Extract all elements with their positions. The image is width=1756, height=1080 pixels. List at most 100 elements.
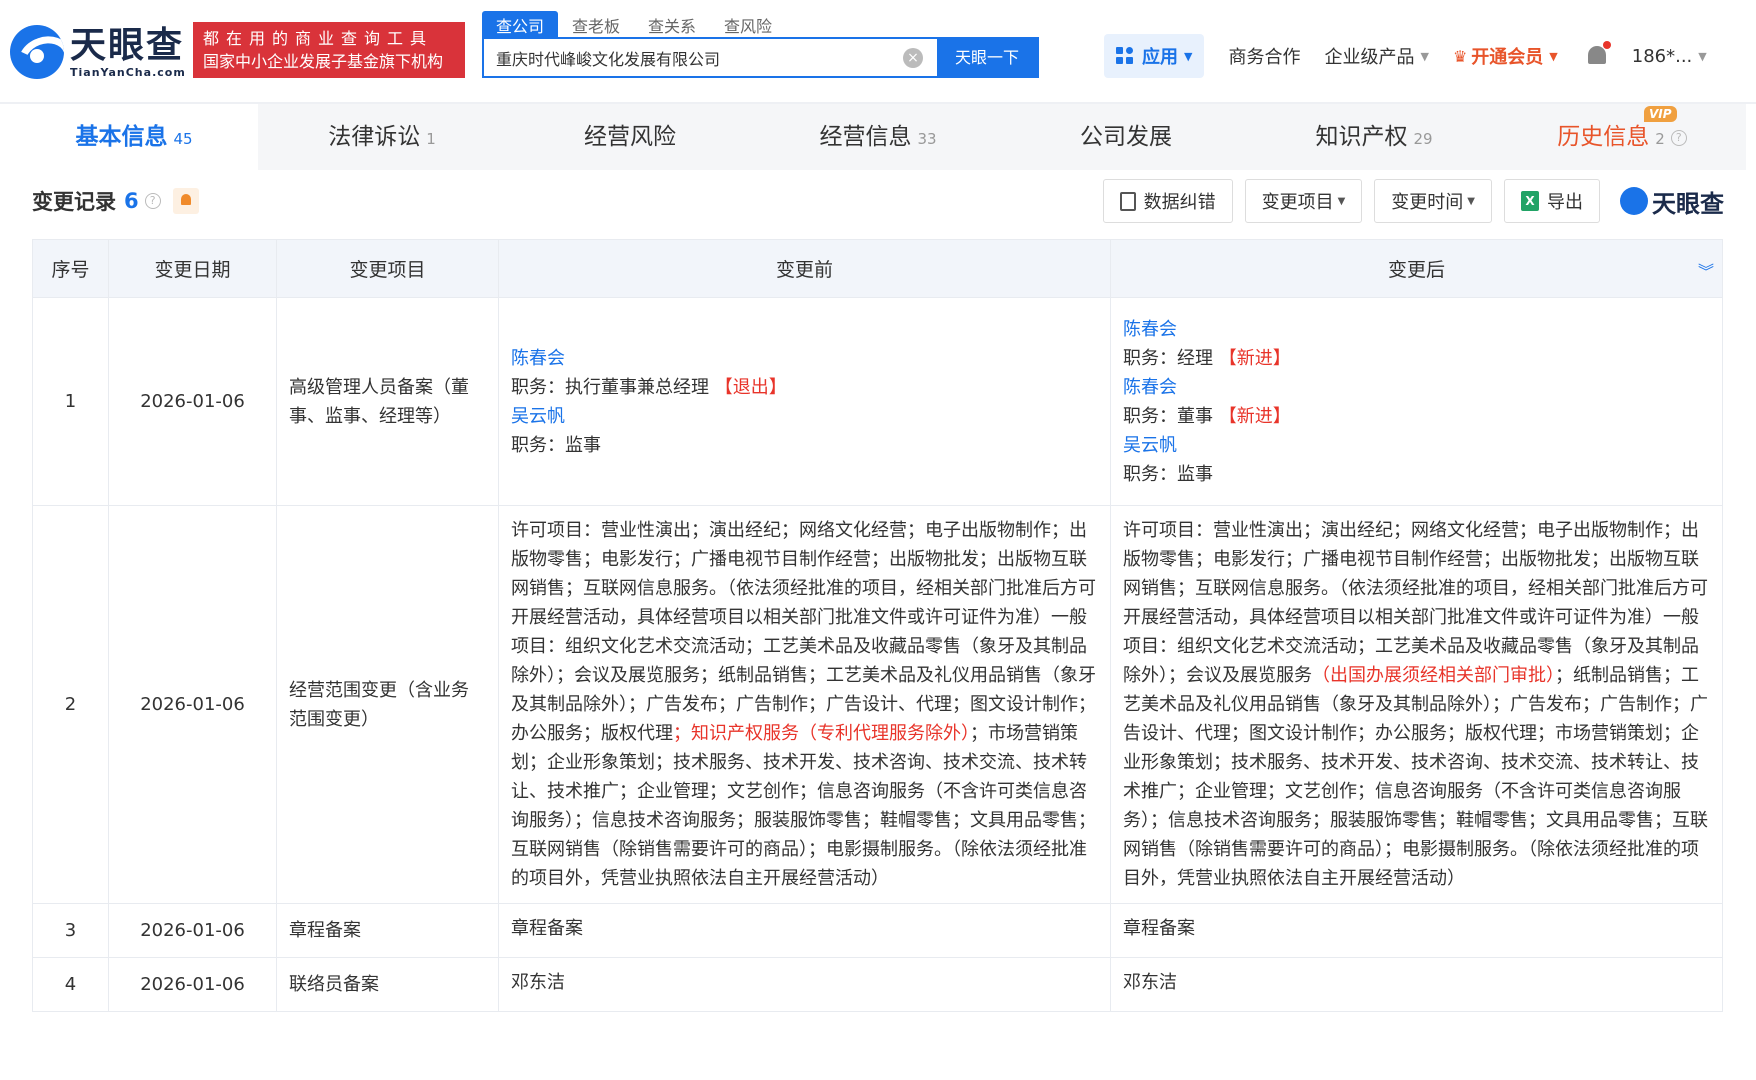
col-header-after: 变更后 ︾ bbox=[1110, 239, 1723, 298]
notification-dot bbox=[1602, 41, 1611, 49]
tab-basic-info[interactable]: 基本信息 45 bbox=[10, 104, 258, 170]
nav-business[interactable]: 商务合作 bbox=[1228, 43, 1300, 69]
tab-count: 1 bbox=[426, 130, 436, 148]
cell-before: 邓东洁 bbox=[498, 957, 1111, 1012]
nav-enterprise-label: 企业级产品 bbox=[1324, 47, 1415, 68]
cell-no: 4 bbox=[32, 957, 109, 1012]
brand-watermark: 天眼查 bbox=[1620, 184, 1724, 219]
top-nav: 应用 ▼ 商务合作 企业级产品 ▼ ♛ 开通会员 ▼ 186*... ▼ bbox=[1104, 34, 1707, 78]
cell-before: 陈春会 职务：执行董事兼总经理 【退出】 吴云帆 职务：监事 bbox=[498, 297, 1111, 506]
col-header-no: 序号 bbox=[32, 239, 109, 298]
col-header-after-label: 变更后 bbox=[1387, 259, 1445, 281]
person-link[interactable]: 陈春会 bbox=[511, 344, 1098, 373]
correction-button[interactable]: 数据纠错 bbox=[1102, 179, 1233, 223]
cell-no: 2 bbox=[32, 505, 109, 904]
person-role: 职务：执行董事兼总经理 【退出】 bbox=[511, 373, 1098, 402]
cell-item: 高级管理人员备案（董事、监事、经理等） bbox=[276, 297, 499, 506]
search-tab-company[interactable]: 查公司 bbox=[482, 11, 559, 37]
help-icon[interactable]: ? bbox=[1670, 130, 1687, 146]
search-button[interactable]: 天眼一下 bbox=[937, 39, 1037, 76]
cell-item: 章程备案 bbox=[276, 903, 499, 958]
col-header-item: 变更项目 bbox=[276, 239, 499, 298]
section-count: 6 bbox=[124, 189, 139, 213]
search-input[interactable] bbox=[484, 39, 903, 76]
apps-label: 应用 bbox=[1142, 47, 1178, 68]
nav-member[interactable]: ♛ 开通会员 ▼ bbox=[1453, 43, 1558, 69]
tab-business-risk[interactable]: 经营风险 bbox=[506, 104, 754, 170]
search-tab-risk[interactable]: 查风险 bbox=[710, 11, 786, 37]
cell-date: 2026-01-06 bbox=[108, 505, 277, 904]
role-text: 职务：经理 bbox=[1123, 347, 1213, 369]
new-tag: 【新进】 bbox=[1218, 347, 1291, 369]
help-icon[interactable]: ? bbox=[144, 193, 161, 209]
correction-label: 数据纠错 bbox=[1143, 192, 1216, 213]
nav-enterprise[interactable]: 企业级产品 ▼ bbox=[1324, 43, 1428, 69]
cell-after: 邓东洁 bbox=[1110, 957, 1723, 1012]
search-tabs: 查公司 查老板 查关系 查风险 bbox=[482, 11, 786, 37]
tab-history[interactable]: VIP 历史信息 2? bbox=[1498, 104, 1746, 170]
tab-label: 公司发展 bbox=[1080, 124, 1172, 150]
col-header-date[interactable]: 变更日期 bbox=[108, 239, 277, 298]
person-link[interactable]: 陈春会 bbox=[1123, 315, 1710, 344]
search-tab-boss[interactable]: 查老板 bbox=[558, 11, 634, 37]
crown-icon: ♛ bbox=[1452, 46, 1468, 66]
apps-button[interactable]: 应用 ▼ bbox=[1104, 34, 1205, 78]
document-edit-icon bbox=[1119, 191, 1136, 211]
brand-text: 天眼查 bbox=[1652, 189, 1724, 218]
monitor-bell-icon[interactable] bbox=[172, 188, 199, 214]
logo[interactable]: 天眼查 TianYanCha.com bbox=[10, 25, 186, 79]
tab-count: 45 bbox=[173, 130, 193, 148]
logo-eye-icon bbox=[10, 25, 64, 79]
chevron-down-icon: ▼ bbox=[1337, 195, 1346, 207]
person-role: 职务：董事 【新进】 bbox=[1123, 402, 1710, 431]
slogan-line-1: 都在用的商业查询工具 bbox=[203, 29, 434, 48]
cell-date: 2026-01-06 bbox=[108, 297, 277, 506]
change-item-label: 变更项目 bbox=[1261, 192, 1334, 213]
scope-text: 许可项目：营业性演出；演出经纪；网络文化经营；电子出版物制作；出版物零售；电影发… bbox=[511, 520, 1096, 744]
person-link[interactable]: 吴云帆 bbox=[1123, 431, 1710, 460]
tab-label: 基本信息 bbox=[75, 124, 168, 150]
cell-before: 章程备案 bbox=[498, 903, 1111, 958]
table-row: 4 2026-01-06 联络员备案 邓东洁 邓东洁 bbox=[32, 957, 1723, 1012]
nav-member-label: 开通会员 bbox=[1471, 47, 1544, 68]
tab-business-info[interactable]: 经营信息 33 bbox=[754, 104, 1002, 170]
chevron-down-icon: ▼ bbox=[1420, 49, 1429, 63]
scope-highlight: ；知识产权服务（专利代理服务除外） bbox=[673, 723, 970, 744]
table-header-row: 序号 变更日期 变更项目 变更前 变更后 ︾ bbox=[32, 239, 1723, 298]
chevron-down-icon: ▼ bbox=[1698, 49, 1707, 63]
person-link[interactable]: 陈春会 bbox=[1123, 373, 1710, 402]
cell-item: 经营范围变更（含业务范围变更） bbox=[276, 505, 499, 904]
search-tab-relation[interactable]: 查关系 bbox=[634, 11, 710, 37]
scope-text: 许可项目：营业性演出；演出经纪；网络文化经营；电子出版物制作；出版物零售；电影发… bbox=[1123, 520, 1708, 686]
table-row: 1 2026-01-06 高级管理人员备案（董事、监事、经理等） 陈春会 职务：… bbox=[32, 297, 1723, 506]
change-records-table: 序号 变更日期 变更项目 变更前 变更后 ︾ 1 2026-01-06 高级管理… bbox=[32, 239, 1723, 1012]
person-link[interactable]: 吴云帆 bbox=[511, 402, 1098, 431]
notification-bell-icon[interactable] bbox=[1586, 41, 1611, 68]
role-text: 职务：董事 bbox=[1123, 405, 1213, 427]
tab-label: 法律诉讼 bbox=[328, 124, 421, 150]
section-title: 变更记录 bbox=[32, 190, 116, 214]
clear-icon[interactable]: × bbox=[903, 48, 923, 68]
slogan-line-2: 国家中小企业发展子基金旗下机构 bbox=[203, 52, 444, 71]
section-tools: 数据纠错 变更项目 ▼ 变更时间 ▼ X 导出 天眼查 bbox=[1091, 178, 1724, 224]
tab-label: 历史信息 bbox=[1557, 124, 1650, 150]
role-text: 职务：执行董事兼总经理 bbox=[511, 376, 709, 398]
logo-eye-icon bbox=[1620, 187, 1648, 215]
table-row: 2 2026-01-06 经营范围变更（含业务范围变更） 许可项目：营业性演出；… bbox=[32, 505, 1723, 904]
tab-legal[interactable]: 法律诉讼 1 bbox=[258, 104, 506, 170]
scope-text: ；纸制品销售；工艺美术品及礼仪用品销售（象牙及其制品除外）；广告发布；广告制作；… bbox=[1123, 665, 1708, 889]
new-tag: 【新进】 bbox=[1218, 405, 1291, 427]
change-time-filter[interactable]: 变更时间 ▼ bbox=[1374, 179, 1492, 223]
user-menu[interactable]: 186*... ▼ bbox=[1632, 46, 1707, 67]
change-item-filter[interactable]: 变更项目 ▼ bbox=[1244, 179, 1363, 223]
expand-icon[interactable]: ︾ bbox=[1698, 258, 1714, 282]
tab-label: 经营风险 bbox=[584, 124, 676, 150]
tab-development[interactable]: 公司发展 bbox=[1002, 104, 1250, 170]
category-tabs: 基本信息 45 法律诉讼 1 经营风险 经营信息 33 公司发展 知识产权 29 VIP… bbox=[10, 104, 1746, 170]
tab-ip[interactable]: 知识产权 29 bbox=[1250, 104, 1498, 170]
tab-count: 29 bbox=[1413, 130, 1433, 148]
export-label: 导出 bbox=[1547, 192, 1583, 213]
cell-after: 陈春会 职务：经理 【新进】 陈春会 职务：董事 【新进】 吴云帆 职务：监事 bbox=[1110, 297, 1723, 506]
chevron-down-icon: ▼ bbox=[1549, 49, 1558, 63]
export-button[interactable]: X 导出 bbox=[1504, 179, 1600, 223]
